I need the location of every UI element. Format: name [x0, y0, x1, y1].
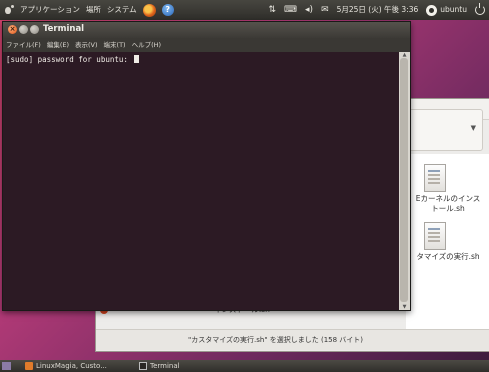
show-desktop-icon[interactable]: [2, 362, 11, 370]
menu-view[interactable]: 表示(V): [75, 38, 98, 52]
text-cursor: [134, 55, 140, 63]
browser-app-icon: [25, 362, 33, 370]
menu-applications[interactable]: アプリケーション: [20, 0, 80, 20]
shell-script-file-icon[interactable]: [424, 222, 446, 250]
volume-icon[interactable]: ◂): [305, 0, 313, 20]
bottom-panel: LinuxMagia, Custo... Terminal: [0, 360, 489, 372]
firefox-launcher-icon[interactable]: [142, 3, 156, 17]
status-bar: "カスタマイズの実行.sh" を選択しました (158 バイト): [96, 329, 489, 350]
menu-help[interactable]: ヘルプ(H): [132, 38, 161, 52]
file-label-line: トール.sh: [431, 204, 465, 213]
file-view: Eカーネルのインス トール.sh タマイズの実行.sh: [406, 154, 489, 344]
terminal-window[interactable]: × Terminal ファイル(F) 編集(E) 表示(V) 端末(T) ヘルプ…: [2, 21, 411, 311]
terminal-line: [sudo] password for ubuntu:: [6, 55, 140, 64]
terminal-titlebar[interactable]: × Terminal: [3, 22, 410, 38]
network-icon[interactable]: ⇅: [268, 0, 276, 20]
minimize-icon[interactable]: [19, 25, 28, 34]
shell-script-file-icon[interactable]: [424, 164, 446, 192]
file-label-customize[interactable]: タマイズの実行.sh: [406, 252, 489, 262]
maximize-icon[interactable]: [30, 25, 39, 34]
power-icon[interactable]: [475, 3, 485, 15]
close-icon[interactable]: ×: [8, 25, 17, 34]
sudo-prompt: [sudo] password for ubuntu:: [6, 55, 133, 64]
status-text: "カスタマイズの実行.sh" を選択しました (158 バイト): [188, 336, 364, 344]
terminal-menubar: ファイル(F) 編集(E) 表示(V) 端末(T) ヘルプ(H): [3, 38, 410, 52]
task-button-terminal[interactable]: Terminal: [136, 360, 226, 372]
clock[interactable]: 5月25日 (火) 午後 3:36: [337, 0, 419, 20]
scrollbar-thumb[interactable]: [400, 58, 408, 302]
user-menu[interactable]: ubuntu: [426, 0, 467, 20]
terminal-app-icon: [139, 362, 147, 370]
menu-system[interactable]: システム: [107, 0, 137, 20]
top-panel-left: アプリケーション 場所 システム ?: [4, 0, 174, 20]
mail-icon[interactable]: ✉: [321, 0, 329, 20]
file-label-selected: タマイズの実行.sh: [416, 252, 480, 261]
window-title: Terminal: [43, 24, 85, 34]
ubuntu-logo-icon: [426, 4, 438, 16]
task-button-browser[interactable]: LinuxMagia, Custo...: [22, 360, 132, 372]
top-panel-right: ⇅ ⌨ ◂) ✉ 5月25日 (火) 午後 3:36 ubuntu: [268, 0, 485, 20]
user-name: ubuntu: [440, 5, 467, 14]
menu-terminal[interactable]: 端末(T): [104, 38, 126, 52]
terminal-output[interactable]: [sudo] password for ubuntu:: [3, 52, 399, 310]
menu-file[interactable]: ファイル(F): [6, 38, 41, 52]
task-label: Terminal: [150, 362, 180, 370]
gnome-foot-icon[interactable]: [4, 5, 14, 15]
menu-places[interactable]: 場所: [86, 0, 101, 20]
help-icon[interactable]: ?: [161, 4, 174, 16]
scroll-down-icon[interactable]: ▼: [399, 304, 410, 310]
file-label-line: Eカーネルのインス: [415, 194, 481, 203]
keyboard-icon[interactable]: ⌨: [284, 0, 297, 20]
menu-edit[interactable]: 編集(E): [47, 38, 69, 52]
top-panel: アプリケーション 場所 システム ? ⇅ ⌨ ◂) ✉ 5月25日 (火) 午後…: [0, 0, 489, 20]
file-label-kernel-install[interactable]: Eカーネルのインス トール.sh: [406, 194, 489, 214]
scrollbar[interactable]: ▲ ▼: [399, 52, 410, 310]
dropdown-arrow-icon: ▼: [470, 124, 476, 132]
task-label: LinuxMagia, Custo...: [36, 362, 107, 370]
